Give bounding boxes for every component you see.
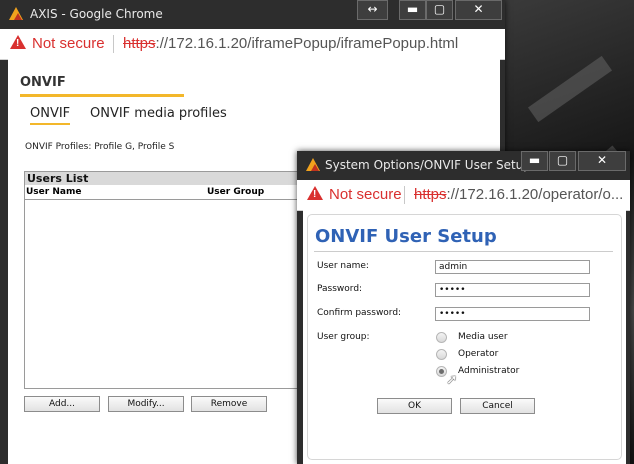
username-field[interactable]: admin: [435, 260, 590, 274]
resize-icon[interactable]: ↔: [357, 0, 388, 20]
popup-address-bar[interactable]: Not secure https://172.16.1.20/operator/…: [297, 180, 630, 211]
add-button[interactable]: Add...: [24, 396, 100, 412]
popup-url-text[interactable]: https://172.16.1.20/operator/o...: [414, 186, 623, 203]
tab-onvif-media-profiles[interactable]: ONVIF media profiles: [90, 106, 227, 121]
password-field[interactable]: •••••: [435, 283, 590, 297]
remove-button[interactable]: Remove: [191, 396, 267, 412]
administrator-label[interactable]: Administrator: [458, 366, 519, 376]
mouse-pointer-icon: ➚: [446, 372, 458, 388]
radio-operator[interactable]: [436, 349, 447, 360]
minimize-button[interactable]: ▬: [399, 0, 426, 20]
popup-title: System Options/ONVIF User Setup...: [325, 158, 543, 172]
address-bar[interactable]: Not secure https://172.16.1.20/iframePop…: [0, 29, 505, 60]
popup-url-scheme: https: [414, 186, 447, 203]
profiles-text: ONVIF Profiles: Profile G, Profile S: [25, 142, 175, 152]
popup-close-button[interactable]: ✕: [578, 151, 626, 171]
media-user-label[interactable]: Media user: [458, 332, 508, 342]
users-list-header: User Name User Group: [25, 185, 315, 200]
users-list-title: Users List: [25, 172, 315, 185]
user-group-label: User group:: [317, 332, 370, 342]
window-title: AXIS - Google Chrome: [30, 7, 163, 21]
popup-page-content: ONVIF User Setup User name: admin Passwo…: [303, 210, 626, 464]
axis-logo-icon: [9, 7, 23, 20]
confirm-password-label: Confirm password:: [317, 308, 402, 318]
popup-security-indicator[interactable]: Not secure: [329, 186, 402, 203]
users-list: Users List User Name User Group: [24, 171, 316, 389]
url-path: ://172.16.1.20/iframePopup/iframePopup.h…: [155, 35, 459, 52]
confirm-password-field[interactable]: •••••: [435, 307, 590, 321]
popup-titlebar[interactable]: System Options/ONVIF User Setup... ▬ ▢ ✕: [297, 151, 630, 179]
warning-icon: [307, 186, 323, 200]
page-title: ONVIF: [20, 75, 66, 90]
close-button[interactable]: ✕: [455, 0, 502, 20]
warning-icon: [10, 35, 26, 49]
maximize-button[interactable]: ▢: [426, 0, 453, 20]
cancel-button[interactable]: Cancel: [460, 398, 535, 414]
radio-media-user[interactable]: [436, 332, 447, 343]
password-label: Password:: [317, 284, 363, 294]
popup-url-path: ://172.16.1.20/operator/o...: [446, 186, 624, 203]
main-titlebar[interactable]: AXIS - Google Chrome ↔ ▬ ▢ ✕: [0, 0, 505, 28]
popup-maximize-button[interactable]: ▢: [549, 151, 576, 171]
ok-button[interactable]: OK: [377, 398, 452, 414]
onvif-user-setup-window: System Options/ONVIF User Setup... ▬ ▢ ✕…: [297, 151, 630, 464]
security-indicator[interactable]: Not secure: [32, 35, 105, 52]
axis-logo-icon: [306, 158, 320, 171]
setup-panel: ONVIF User Setup User name: admin Passwo…: [307, 214, 622, 460]
username-label: User name:: [317, 261, 369, 271]
url-text[interactable]: https://172.16.1.20/iframePopup/iframePo…: [123, 35, 458, 52]
title-underline: [20, 94, 184, 97]
setup-heading: ONVIF User Setup: [315, 226, 497, 247]
column-user-group[interactable]: User Group: [207, 187, 264, 197]
url-scheme: https: [123, 35, 156, 52]
modify-button[interactable]: Modify...: [108, 396, 184, 412]
column-user-name[interactable]: User Name: [26, 187, 81, 197]
tab-onvif[interactable]: ONVIF: [30, 106, 71, 125]
operator-label[interactable]: Operator: [458, 349, 498, 359]
popup-minimize-button[interactable]: ▬: [521, 151, 548, 171]
